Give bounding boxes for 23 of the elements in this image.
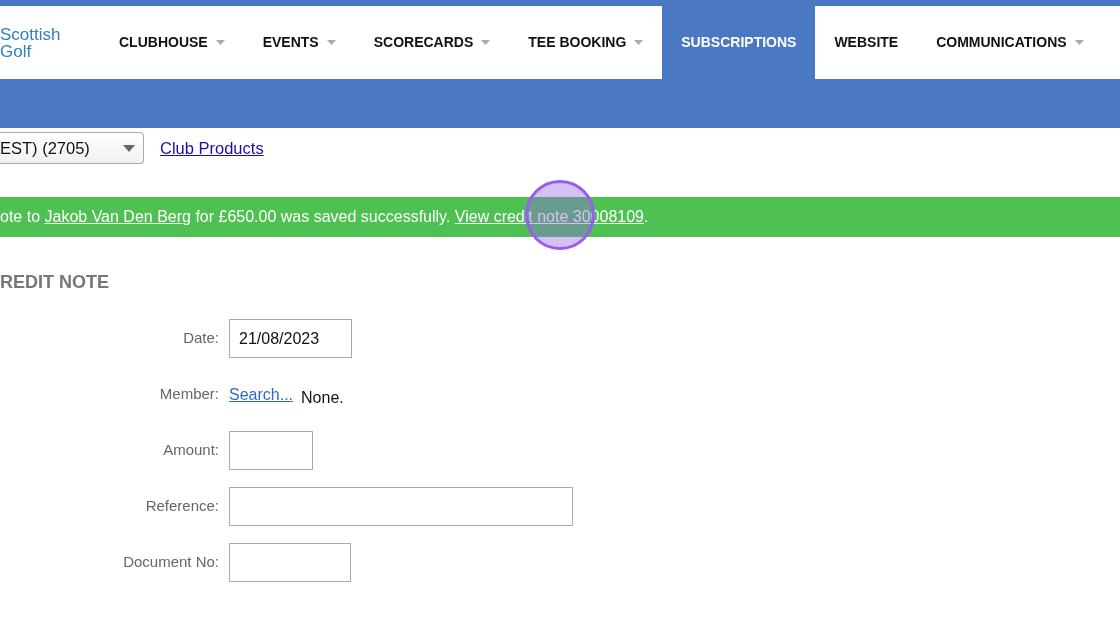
nav-tab[interactable]: EVENTS bbox=[243, 6, 355, 79]
club-select[interactable]: EST) (2705) bbox=[0, 132, 144, 164]
nav-tab[interactable]: CLUBHOUSE bbox=[100, 6, 244, 79]
nav-tab[interactable]: TEE BOOKING bbox=[509, 6, 663, 79]
field-label: Date: bbox=[183, 329, 219, 347]
field-label: Member: bbox=[159, 385, 219, 403]
section-heading: REDIT NOTE bbox=[0, 271, 110, 294]
nav-tab[interactable]: SUBSCRIPTIONS bbox=[662, 6, 816, 79]
nav-tab[interactable]: WEBSITE bbox=[815, 6, 918, 79]
caret-icon bbox=[123, 144, 135, 152]
input-field[interactable] bbox=[229, 431, 313, 470]
input-field[interactable] bbox=[229, 487, 573, 526]
nav-tab[interactable]: SCORECARDS bbox=[354, 6, 510, 79]
logo[interactable]: Scottish Golf bbox=[0, 25, 80, 60]
input-field[interactable] bbox=[229, 543, 351, 582]
input-field[interactable]: 21/08/2023 bbox=[229, 319, 352, 358]
field-label: Document No: bbox=[123, 553, 219, 571]
club-products-link[interactable]: Club Products bbox=[160, 135, 264, 161]
field-label: Reference: bbox=[145, 497, 219, 515]
search-link[interactable]: Search... bbox=[229, 382, 294, 407]
nav-tab[interactable]: COMMUNICATIONS bbox=[917, 6, 1103, 79]
member-value: None. bbox=[301, 387, 344, 408]
field-label: Amount: bbox=[163, 441, 219, 459]
